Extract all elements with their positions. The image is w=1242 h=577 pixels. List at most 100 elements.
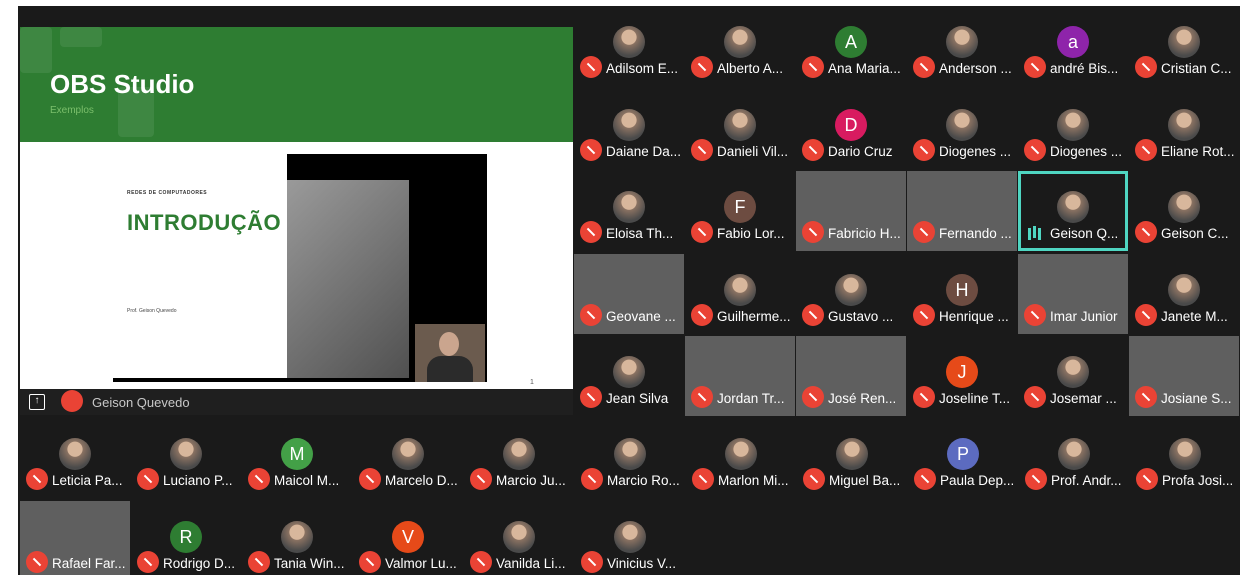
participant-name: Marcelo D...	[385, 473, 458, 488]
participant-tile[interactable]: Gustavo ...	[796, 253, 906, 334]
participant-tile[interactable]: Tania Win...	[242, 500, 352, 575]
participant-name: Marlon Mi...	[718, 473, 789, 488]
mic-off-icon	[802, 221, 824, 243]
participant-tile[interactable]: Cristian C...	[1129, 6, 1239, 86]
participant-tile[interactable]: V Valmor Lu...	[353, 500, 463, 575]
avatar	[614, 520, 646, 553]
avatar: H	[946, 273, 978, 306]
mic-off-icon	[691, 386, 713, 408]
participant-name: Tania Win...	[274, 555, 345, 571]
participant-name: andré Bis...	[1050, 61, 1119, 76]
participant-tile[interactable]: Fernando ...	[907, 171, 1017, 251]
participant-tile[interactable]: Fabricio H...	[796, 171, 906, 251]
avatar	[1169, 438, 1201, 470]
mic-off-icon	[248, 468, 270, 490]
participant-tile[interactable]: F Fabio Lor...	[685, 171, 795, 251]
mic-off-icon	[1135, 138, 1157, 161]
participant-tile[interactable]: R Rodrigo D...	[131, 500, 241, 575]
avatar	[836, 438, 868, 470]
participant-tile[interactable]: Josiane S...	[1129, 336, 1239, 416]
participant-tile[interactable]: A Ana Maria...	[796, 6, 906, 86]
mic-off-icon	[580, 303, 602, 326]
participant-tile[interactable]: Rafael Far...	[20, 500, 130, 575]
avatar: M	[281, 438, 313, 470]
mic-off-icon	[913, 221, 935, 243]
participant-tile[interactable]: Marcelo D...	[353, 418, 463, 498]
participant-tile[interactable]: a andré Bis...	[1018, 6, 1128, 86]
participant-tile[interactable]: M Maicol M...	[242, 418, 352, 498]
participant-name: Valmor Lu...	[385, 555, 457, 571]
avatar	[613, 356, 645, 388]
participant-tile[interactable]: Miguel Ba...	[797, 418, 907, 498]
participant-name: Fabio Lor...	[717, 226, 785, 241]
participant-name: Geovane ...	[606, 308, 676, 324]
participant-tile[interactable]: Danieli Vil...	[685, 88, 795, 169]
participant-tile[interactable]: H Henrique ...	[907, 253, 1017, 334]
participant-tile[interactable]: D Dario Cruz	[796, 88, 906, 169]
participant-name: Luciano P...	[163, 473, 233, 488]
participant-tile[interactable]: Eloisa Th...	[574, 171, 684, 251]
participant-name: Vinicius V...	[607, 555, 677, 571]
avatar	[503, 520, 535, 553]
speaking-indicator-icon	[1024, 221, 1046, 243]
avatar	[725, 438, 757, 470]
participant-tile[interactable]: Guilherme...	[685, 253, 795, 334]
participant-tile[interactable]: José Ren...	[796, 336, 906, 416]
participant-tile[interactable]: Jordan Tr...	[685, 336, 795, 416]
participant-tile[interactable]: Geovane ...	[574, 253, 684, 334]
meeting-grid: OBS Studio Exemplos REDES DE COMPUTADORE…	[18, 6, 1240, 575]
mic-off-icon	[802, 56, 824, 78]
participant-name: Josemar ...	[1050, 391, 1117, 406]
avatar	[613, 191, 645, 223]
participant-name: Marcio Ju...	[496, 473, 566, 488]
participant-tile[interactable]: Leticia Pa...	[20, 418, 130, 498]
participant-tile[interactable]: Diogenes ...	[907, 88, 1017, 169]
mic-off-icon	[913, 386, 935, 408]
participant-tile[interactable]: Marcio Ro...	[575, 418, 685, 498]
participant-name: Miguel Ba...	[829, 473, 901, 488]
participant-tile[interactable]: Jean Silva	[574, 336, 684, 416]
participant-tile[interactable]: Alberto A...	[685, 6, 795, 86]
participant-tile[interactable]: Eliane Rot...	[1129, 88, 1239, 169]
participant-tile[interactable]: Vinicius V...	[575, 500, 685, 575]
mic-off-icon	[359, 550, 381, 573]
participant-tile[interactable]: Anderson ...	[907, 6, 1017, 86]
mic-off-icon	[802, 138, 824, 161]
participant-tile[interactable]: Geison Q...	[1018, 171, 1128, 251]
participant-tile[interactable]: Josemar ...	[1018, 336, 1128, 416]
participant-tile[interactable]: Profa Josi...	[1130, 418, 1240, 498]
mic-off-icon	[581, 550, 603, 573]
participant-tile[interactable]: Geison C...	[1129, 171, 1239, 251]
participant-name: Imar Junior	[1050, 308, 1118, 324]
participant-tile[interactable]: Vanilda Li...	[464, 500, 574, 575]
mic-off-icon	[1024, 303, 1046, 326]
mic-off-icon	[359, 468, 381, 490]
mic-off-icon	[1024, 56, 1046, 78]
avatar	[946, 26, 978, 58]
participant-name: Eliane Rot...	[1161, 143, 1235, 159]
mic-off-icon	[914, 468, 936, 490]
participant-tile[interactable]: Prof. Andr...	[1019, 418, 1129, 498]
participant-name: Eloisa Th...	[606, 226, 674, 241]
mic-off-icon	[1024, 138, 1046, 161]
participant-tile[interactable]: J Joseline T...	[907, 336, 1017, 416]
avatar	[724, 26, 756, 58]
participant-tile[interactable]: Marcio Ju...	[464, 418, 574, 498]
participant-tile[interactable]: Luciano P...	[131, 418, 241, 498]
mic-off-icon	[1024, 386, 1046, 408]
participant-tile[interactable]: Janete M...	[1129, 253, 1239, 334]
participant-tile[interactable]: Imar Junior	[1018, 253, 1128, 334]
avatar	[613, 26, 645, 58]
participant-tile[interactable]: Adilsom E...	[574, 6, 684, 86]
avatar: J	[946, 356, 978, 388]
avatar: A	[835, 26, 867, 58]
participant-name: Guilherme...	[717, 308, 791, 324]
participant-tile[interactable]: Marlon Mi...	[686, 418, 796, 498]
participant-name: Daiane Da...	[606, 143, 682, 159]
participant-tile[interactable]: P Paula Dep...	[908, 418, 1018, 498]
participant-tile[interactable]: Diogenes ...	[1018, 88, 1128, 169]
avatar	[1058, 438, 1090, 470]
participant-tile[interactable]: Daiane Da...	[574, 88, 684, 169]
participant-name: Marcio Ro...	[607, 473, 680, 488]
mic-off-icon	[691, 303, 713, 326]
